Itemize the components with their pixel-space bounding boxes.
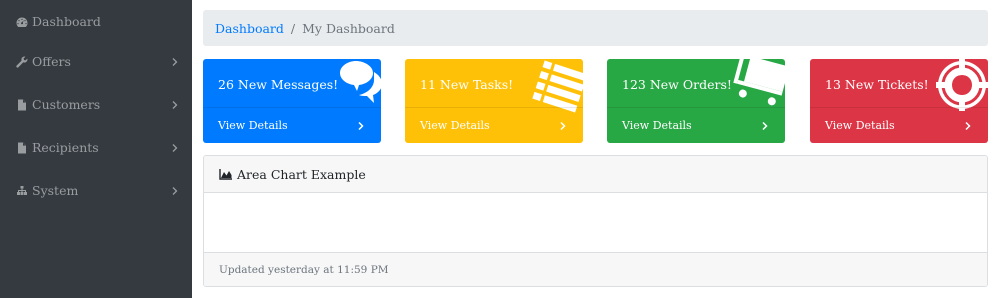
area-chart-icon — [219, 168, 233, 180]
panel-header: Area Chart Example — [204, 156, 987, 193]
chevron-right-icon — [170, 57, 180, 67]
card-title: 11 New Tasks! — [420, 77, 514, 92]
tasks-card: 11 New Tasks! View Details — [405, 59, 583, 143]
chevron-right-icon — [170, 100, 180, 110]
updated-timestamp: Updated yesterday at 11:59 PM — [219, 263, 389, 276]
card-title: 13 New Tickets! — [825, 77, 929, 92]
card-footer-label: View Details — [825, 119, 895, 132]
sidebar: Dashboard Offers Customers Recipients Sy… — [0, 0, 192, 298]
view-details-link[interactable]: View Details — [203, 107, 381, 143]
sidebar-item-offers[interactable]: Offers — [0, 40, 192, 83]
card-footer-label: View Details — [622, 119, 692, 132]
orders-card: 123 New Orders! View Details — [607, 59, 785, 143]
chevron-right-icon — [761, 121, 769, 131]
file-icon — [16, 142, 28, 154]
sitemap-icon — [16, 185, 28, 197]
sidebar-item-customers[interactable]: Customers — [0, 83, 192, 126]
tickets-card: 13 New Tickets! View Details — [810, 59, 988, 143]
card-title: 123 New Orders! — [622, 77, 732, 92]
view-details-link[interactable]: View Details — [405, 107, 583, 143]
sidebar-item-dashboard[interactable]: Dashboard — [0, 0, 192, 43]
chevron-right-icon — [964, 121, 972, 131]
chevron-right-icon — [357, 121, 365, 131]
breadcrumb-current: My Dashboard — [302, 20, 395, 36]
card-footer-label: View Details — [420, 119, 490, 132]
sidebar-item-label: Customers — [32, 97, 101, 112]
dashboard-icon — [16, 16, 28, 28]
area-chart-panel: Area Chart Example Updated yesterday at … — [203, 155, 988, 287]
breadcrumb: Dashboard / My Dashboard — [203, 10, 988, 46]
sidebar-item-label: Recipients — [32, 140, 99, 155]
view-details-link[interactable]: View Details — [607, 107, 785, 143]
sidebar-item-label: Dashboard — [32, 14, 101, 29]
breadcrumb-separator: / — [290, 20, 296, 36]
sidebar-item-label: Offers — [32, 54, 71, 69]
chevron-right-icon — [559, 121, 567, 131]
chevron-right-icon — [170, 186, 180, 196]
card-title: 26 New Messages! — [218, 77, 339, 92]
view-details-link[interactable]: View Details — [810, 107, 988, 143]
messages-card: 26 New Messages! View Details — [203, 59, 381, 143]
chevron-right-icon — [170, 143, 180, 153]
file-icon — [16, 99, 28, 111]
breadcrumb-home-link[interactable]: Dashboard — [215, 21, 284, 36]
card-footer-label: View Details — [218, 119, 288, 132]
wrench-icon — [16, 56, 28, 68]
chart-area — [204, 193, 987, 252]
panel-footer: Updated yesterday at 11:59 PM — [204, 252, 987, 286]
sidebar-item-recipients[interactable]: Recipients — [0, 126, 192, 169]
sidebar-item-system[interactable]: System — [0, 169, 192, 212]
panel-title: Area Chart Example — [237, 166, 366, 182]
sidebar-item-label: System — [32, 183, 79, 198]
